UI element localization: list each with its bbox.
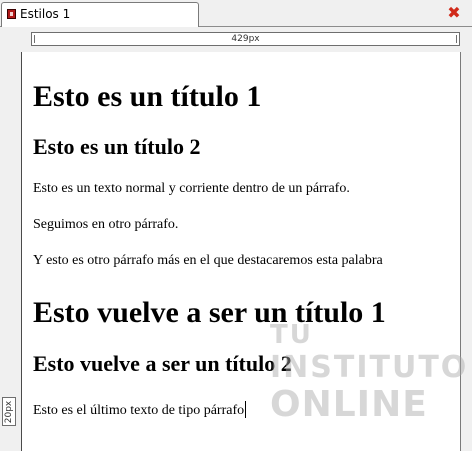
- html-file-icon: [7, 9, 16, 19]
- paragraph-last: Esto es el último texto de tipo párrafo: [33, 401, 247, 419]
- tab-estilos-1[interactable]: Estilos 1: [1, 2, 199, 27]
- width-label: 429px: [231, 34, 260, 44]
- horizontal-ruler: 429px: [31, 32, 460, 46]
- heading-2-second: Esto vuelve a ser un título 2: [33, 351, 292, 376]
- heading-2-first: Esto es un título 2: [33, 134, 201, 159]
- heading-1-first: Esto es un título 1: [33, 80, 262, 113]
- height-label: 20px: [4, 400, 14, 423]
- tab-bar: Estilos 1 ✖: [0, 0, 472, 27]
- text-cursor: [245, 401, 247, 418]
- document-canvas[interactable]: Esto es un título 1 Esto es un título 2 …: [21, 52, 461, 451]
- paragraph-last-text: Esto es el último texto de tipo párrafo: [33, 403, 245, 418]
- vertical-ruler: 20px: [2, 397, 16, 426]
- paragraph-second: Seguimos en otro párrafo.: [33, 217, 179, 232]
- close-icon[interactable]: ✖: [445, 4, 463, 22]
- heading-1-second: Esto vuelve a ser un título 1: [33, 296, 386, 329]
- tab-title: Estilos 1: [20, 7, 71, 21]
- paragraph-third: Y esto es otro párrafo más en el que des…: [33, 253, 383, 268]
- paragraph-normal: Esto es un texto normal y corriente dent…: [33, 181, 350, 196]
